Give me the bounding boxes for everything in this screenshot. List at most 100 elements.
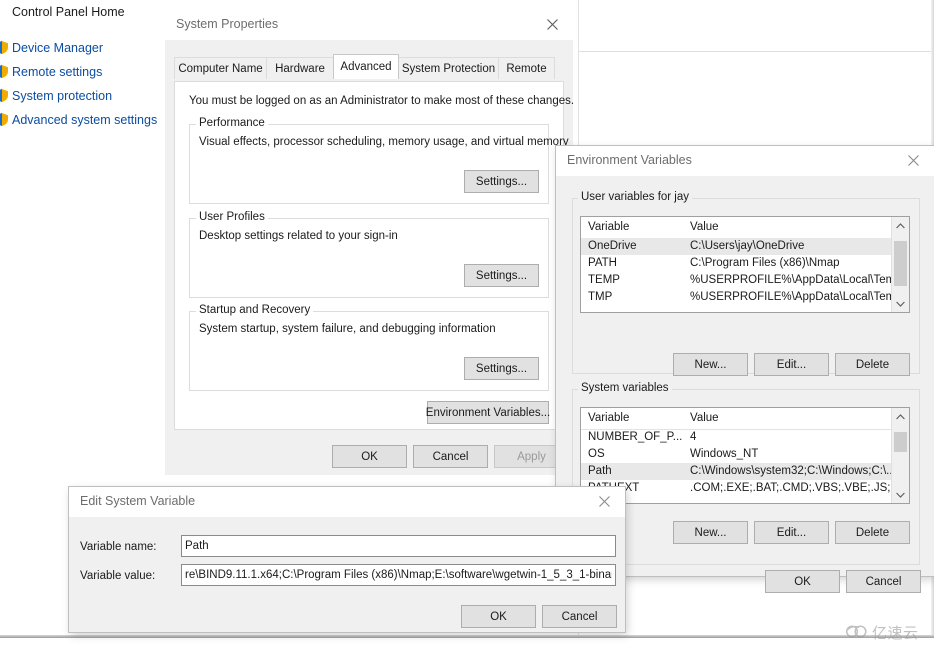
- shield-icon: [0, 41, 8, 54]
- cell-value: C:\Windows\system32;C:\Windows;C:\...: [690, 465, 896, 477]
- user-variables-delete-button[interactable]: Delete: [835, 353, 910, 376]
- table-row[interactable]: PATHEXT .COM;.EXE;.BAT;.CMD;.VBS;.VBE;.J…: [581, 480, 909, 497]
- cell-variable: Path: [588, 465, 612, 477]
- performance-description: Visual effects, processor scheduling, me…: [199, 136, 569, 148]
- environment-variables-title: Environment Variables: [567, 153, 692, 167]
- edit-system-variable-body: Variable name: Variable value: OK Cancel: [69, 517, 625, 632]
- column-header-value: Value: [690, 412, 719, 424]
- table-row[interactable]: TMP %USERPROFILE%\AppData\Local\Temp: [581, 289, 909, 306]
- cell-value: %USERPROFILE%\AppData\Local\Temp: [690, 274, 902, 286]
- cell-value: .COM;.EXE;.BAT;.CMD;.VBS;.VBE;.JS;....: [690, 482, 904, 494]
- user-profiles-description: Desktop settings related to your sign-in: [199, 230, 398, 242]
- table-row[interactable]: TEMP %USERPROFILE%\AppData\Local\Temp: [581, 272, 909, 289]
- performance-settings-button[interactable]: Settings...: [464, 170, 539, 193]
- table-row[interactable]: PATH C:\Program Files (x86)\Nmap: [581, 255, 909, 272]
- variable-name-label: Variable name:: [80, 541, 157, 553]
- table-row[interactable]: OS Windows_NT: [581, 446, 909, 463]
- performance-group-label: Performance: [196, 117, 268, 129]
- variable-value-input[interactable]: [181, 564, 616, 586]
- system-properties-tabstrip: Computer Name Hardware Advanced System P…: [174, 54, 564, 82]
- chevron-down-icon[interactable]: [892, 486, 909, 503]
- system-variables-group-label: System variables: [578, 382, 672, 394]
- cell-value: 4: [690, 431, 697, 443]
- system-properties-title: System Properties: [176, 17, 279, 31]
- edit-system-variable-cancel-button[interactable]: Cancel: [542, 605, 617, 628]
- shield-icon: [0, 65, 8, 78]
- tab-remote[interactable]: Remote: [498, 57, 555, 79]
- cell-value: Windows_NT: [690, 448, 759, 460]
- sidebar-item-system-protection[interactable]: System protection: [12, 89, 112, 103]
- cell-variable: TEMP: [588, 274, 620, 286]
- system-properties-dialog: System Properties Computer Name Hardware…: [165, 10, 573, 475]
- cell-variable: OS: [588, 448, 605, 460]
- tab-computer-name[interactable]: Computer Name: [174, 57, 267, 79]
- tab-system-protection[interactable]: System Protection: [398, 57, 499, 79]
- user-variables-new-button[interactable]: New...: [673, 353, 748, 376]
- startup-recovery-group-label: Startup and Recovery: [196, 304, 314, 316]
- user-variables-list-header: Variable Value: [581, 217, 909, 239]
- system-variables-list[interactable]: Variable Value NUMBER_OF_P... 4 OS Windo…: [580, 407, 910, 504]
- startup-recovery-settings-button[interactable]: Settings...: [464, 357, 539, 380]
- user-profiles-group-label: User Profiles: [196, 211, 268, 223]
- cell-variable: OneDrive: [588, 240, 637, 252]
- column-header-variable: Variable: [588, 221, 630, 233]
- sidebar-item-remote-settings[interactable]: Remote settings: [12, 65, 102, 79]
- close-icon[interactable]: [585, 487, 625, 516]
- variable-value-label: Variable value:: [80, 570, 156, 582]
- column-header-value: Value: [690, 221, 719, 233]
- environment-variables-titlebar[interactable]: Environment Variables: [556, 146, 934, 176]
- startup-recovery-description: System startup, system failure, and debu…: [199, 323, 496, 335]
- cell-value: %USERPROFILE%\AppData\Local\Temp: [690, 291, 902, 303]
- cell-variable: TMP: [588, 291, 613, 303]
- tab-hardware[interactable]: Hardware: [266, 57, 334, 79]
- system-variables-scrollbar[interactable]: [891, 408, 909, 503]
- system-properties-body: Computer Name Hardware Advanced System P…: [165, 40, 573, 475]
- advanced-tab-page: You must be logged on as an Administrato…: [174, 81, 573, 430]
- table-row[interactable]: NUMBER_OF_P... 4: [581, 429, 909, 446]
- system-variables-new-button[interactable]: New...: [673, 521, 748, 544]
- column-header-variable: Variable: [588, 412, 630, 424]
- scrollbar-thumb[interactable]: [894, 432, 907, 452]
- user-variables-list[interactable]: Variable Value OneDrive C:\Users\jay\One…: [580, 216, 910, 313]
- edit-system-variable-titlebar[interactable]: Edit System Variable: [69, 487, 625, 517]
- tab-label: System Protection: [401, 62, 496, 75]
- close-icon[interactable]: [894, 146, 934, 175]
- control-panel-home-link[interactable]: Control Panel Home: [12, 5, 125, 19]
- tab-label: Computer Name: [178, 62, 263, 75]
- user-profiles-settings-button[interactable]: Settings...: [464, 264, 539, 287]
- edit-system-variable-ok-button[interactable]: OK: [461, 605, 536, 628]
- system-properties-ok-button[interactable]: OK: [332, 445, 407, 468]
- system-properties-cancel-button[interactable]: Cancel: [413, 445, 488, 468]
- close-icon[interactable]: [533, 10, 573, 39]
- user-variables-group-label: User variables for jay: [578, 191, 693, 203]
- tab-label: Hardware: [275, 62, 325, 75]
- user-variables-edit-button[interactable]: Edit...: [754, 353, 829, 376]
- tab-label: Remote: [506, 62, 547, 75]
- shield-icon: [0, 113, 8, 126]
- tab-label: Advanced: [340, 61, 392, 73]
- table-row[interactable]: Path C:\Windows\system32;C:\Windows;C:\.…: [581, 463, 909, 480]
- system-variables-delete-button[interactable]: Delete: [835, 521, 910, 544]
- chevron-down-icon[interactable]: [892, 295, 909, 312]
- cell-variable: NUMBER_OF_P...: [588, 431, 683, 443]
- environment-variables-button[interactable]: Environment Variables...: [426, 401, 550, 424]
- chevron-up-icon[interactable]: [892, 408, 909, 425]
- environment-variables-ok-button[interactable]: OK: [765, 570, 840, 593]
- cell-variable: PATH: [588, 257, 617, 269]
- edit-system-variable-title: Edit System Variable: [80, 494, 196, 508]
- table-row[interactable]: OneDrive C:\Users\jay\OneDrive: [581, 238, 909, 255]
- environment-variables-cancel-button[interactable]: Cancel: [846, 570, 921, 593]
- tab-advanced[interactable]: Advanced: [333, 54, 399, 79]
- scrollbar-thumb[interactable]: [894, 241, 907, 286]
- sidebar-item-device-manager[interactable]: Device Manager: [12, 41, 103, 55]
- sidebar-item-advanced-system-settings[interactable]: Advanced system settings: [12, 113, 157, 127]
- chevron-up-icon[interactable]: [892, 217, 909, 234]
- user-variables-scrollbar[interactable]: [891, 217, 909, 312]
- screen: Control Panel Home Device Manager Remote…: [0, 0, 934, 647]
- system-properties-titlebar[interactable]: System Properties: [165, 10, 573, 40]
- variable-name-input[interactable]: [181, 535, 616, 557]
- control-panel-header-divider: [579, 51, 934, 52]
- system-variables-edit-button[interactable]: Edit...: [754, 521, 829, 544]
- system-variables-list-header: Variable Value: [581, 408, 909, 430]
- administrator-notice: You must be logged on as an Administrato…: [189, 95, 575, 107]
